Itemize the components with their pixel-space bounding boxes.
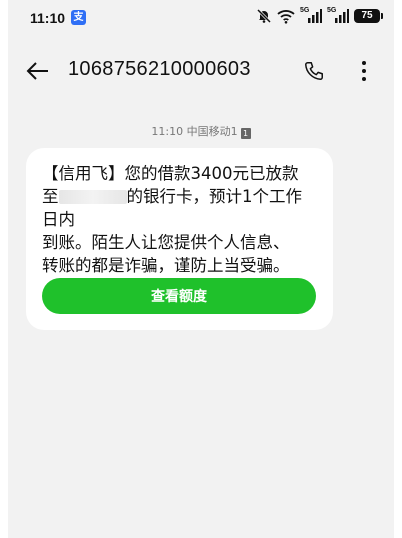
- message-bubble[interactable]: 【信用飞】您的借款3400元已放款 至的银行卡，预计1个工作日内 到账。陌生人让…: [26, 148, 333, 330]
- signal-tag-sim1: 5G: [300, 7, 310, 14]
- messaging-screen: 11:10 支 5G 5G 75 1068756210000603 11:10 …: [0, 0, 402, 538]
- message-line-3: 到账。陌生人让您提供个人信息、: [42, 233, 290, 252]
- bell-off-icon: [256, 8, 272, 24]
- status-bar: 11:10 支 5G 5G 75: [0, 0, 402, 36]
- message-line-2-prefix: 至: [42, 187, 59, 206]
- signal-tag-sim2: 5G: [327, 7, 337, 14]
- message-text: 【信用飞】您的借款3400元已放款 至的银行卡，预计1个工作日内 到账。陌生人让…: [42, 162, 317, 277]
- arrow-left-icon: [26, 62, 48, 80]
- battery-icon: 75: [354, 9, 383, 23]
- phone-icon: [305, 62, 323, 80]
- conversation-header: 1068756210000603: [0, 46, 402, 96]
- alipay-notification-icon: 支: [71, 10, 86, 25]
- call-button[interactable]: [300, 57, 328, 85]
- signal-icon-sim1: 5G: [300, 7, 322, 24]
- message-line-4: 转账的都是诈骗，谨防上当受骗。: [42, 256, 290, 275]
- message-line-1: 【信用飞】您的借款3400元已放款: [42, 164, 299, 183]
- redacted-block: [58, 190, 127, 204]
- more-options-button[interactable]: [350, 57, 378, 85]
- message-time-carrier: 11:10 中国移动1: [151, 125, 238, 138]
- status-time: 11:10: [30, 10, 66, 26]
- view-limit-button[interactable]: 查看额度: [42, 278, 316, 314]
- status-icons: 5G 5G 75: [256, 7, 383, 24]
- more-vertical-icon: [362, 61, 366, 81]
- signal-icon-sim2: 5G: [327, 7, 349, 24]
- contact-number: 1068756210000603: [68, 58, 251, 80]
- wifi-icon: [277, 9, 295, 24]
- message-timestamp: 11:10 中国移动1 1: [0, 123, 402, 139]
- back-button[interactable]: [24, 58, 52, 84]
- sim-badge: 1: [240, 128, 251, 139]
